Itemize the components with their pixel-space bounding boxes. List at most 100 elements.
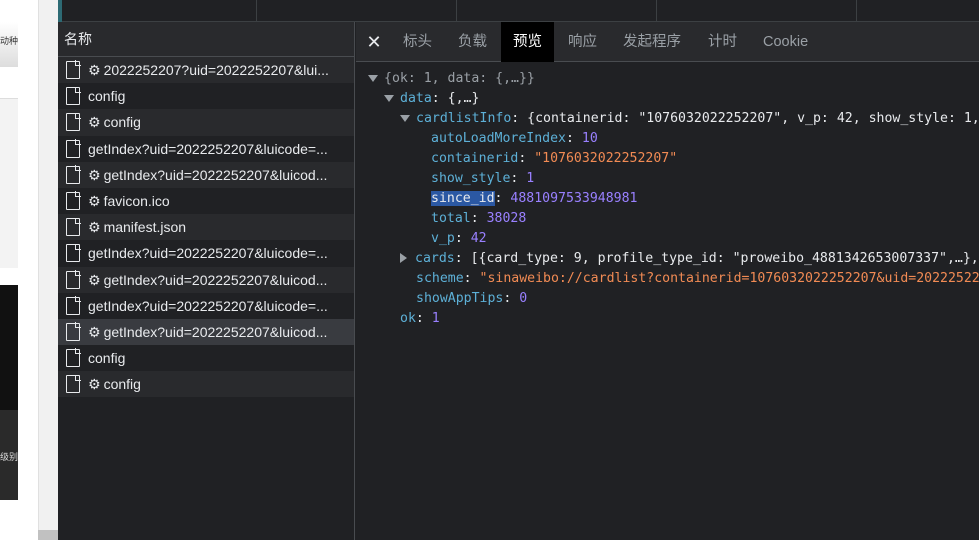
request-row[interactable]: ⚙ getIndex?uid=2022252207&luicod... [58,161,354,188]
json-number: 1 [526,171,535,186]
request-name: config [88,350,126,367]
json-property[interactable]: containerid: "1076032022252207" [356,149,979,169]
request-name: getIndex?uid=2022252207&luicod... [103,166,328,183]
json-string: "1076032022252207" [534,151,678,166]
document-icon [66,217,81,237]
gear-icon: ⚙ [88,376,101,393]
detail-tabbar: ✕ 标头 负载 预览 响应 发起程序 计时 Cookie [356,22,979,62]
tab-response[interactable]: 响应 [566,22,599,62]
json-key: cards [415,251,455,266]
json-data-node[interactable]: data: {,…} [356,89,979,109]
tab-cookies[interactable]: Cookie [761,22,810,62]
request-name: config [103,114,141,131]
preview-panel: ✕ 标头 负载 预览 响应 发起程序 计时 Cookie {ok: 1, dat… [356,22,979,540]
request-name: getIndex?uid=2022252207&luicode=... [88,245,328,262]
network-timeline[interactable] [58,0,979,22]
request-row[interactable]: getIndex?uid=2022252207&luicode=... [58,136,354,162]
json-key: autoLoadMoreIndex [431,131,566,146]
json-cardlistinfo-node[interactable]: cardlistInfo: {containerid: "10760320222… [356,109,979,129]
json-number: 0 [519,291,528,306]
json-property[interactable]: ok: 1 [356,309,979,329]
page-scrollbar[interactable] [38,0,58,540]
document-icon [66,191,81,210]
gear-icon: ⚙ [88,166,101,183]
request-row[interactable]: getIndex?uid=2022252207&luicode=... [58,240,354,266]
json-number: 1 [431,311,440,326]
gear-icon: ⚙ [88,114,101,131]
request-row[interactable]: ⚙ favicon.ico [58,188,354,214]
request-name: getIndex?uid=2022252207&luicod... [103,323,328,340]
document-icon [66,348,81,368]
tab-payload[interactable]: 负载 [456,22,489,62]
json-number: 10 [581,131,598,146]
document-icon [66,374,81,394]
json-root-node[interactable]: {ok: 1, data: {,…}} [356,69,979,89]
tab-initiator[interactable]: 发起程序 [621,22,683,62]
tab-timing[interactable]: 计时 [706,22,739,62]
json-property[interactable]: show_style: 1 [356,169,979,189]
request-name: 2022252207?uid=2022252207&lui... [103,62,329,78]
request-row[interactable]: getIndex?uid=2022252207&luicode=... [58,293,354,319]
json-tree: {ok: 1, data: {,…}} data: {,…} cardlistI… [356,69,979,329]
request-row[interactable]: ⚙ config [58,371,354,398]
page-image [0,285,18,410]
document-icon [66,112,81,132]
tab-headers[interactable]: 标头 [401,22,434,62]
timeline-gridline [656,0,657,22]
collapse-triangle-icon[interactable] [368,74,378,82]
json-key: containerid [431,151,519,166]
request-list: 名称 ⚙ 2022252207?uid=2022252207&lui... conf… [58,22,355,540]
request-row[interactable]: ⚙ config [58,109,354,136]
json-property[interactable]: scheme: "sinaweibo://cardlist?containeri… [356,269,979,289]
json-property[interactable]: since_id: 4881097533948981 [356,189,979,209]
web-page-strip: 动种 级别 [0,0,58,540]
page-image: 级别 [0,410,18,500]
tab-preview[interactable]: 预览 [501,22,554,62]
request-row[interactable]: ⚙ getIndex?uid=2022252207&luicod... [58,266,354,293]
json-property[interactable]: showAppTips: 0 [356,289,979,309]
json-string: "sinaweibo://cardlist?containerid=107603… [479,271,979,286]
request-row[interactable]: config [58,83,354,109]
gear-icon: ⚙ [88,271,101,288]
request-row[interactable]: ⚙ manifest.json [58,214,354,241]
collapse-triangle-icon[interactable] [384,94,394,102]
request-name: getIndex?uid=2022252207&luicode=... [88,297,328,314]
json-root-summary: {ok: 1, data: {,…}} [384,71,535,86]
request-row[interactable]: config [58,345,354,371]
collapse-triangle-icon[interactable] [400,114,410,122]
name-column-header[interactable]: 名称 [58,22,354,57]
json-key: ok [400,311,416,326]
json-property[interactable]: total: 38028 [356,209,979,229]
document-icon [66,269,81,289]
request-row[interactable]: ⚙ 2022252207?uid=2022252207&lui... [58,57,354,84]
json-cards-node[interactable]: cards: [{card_type: 9, profile_type_id: … [356,249,979,269]
timeline-gridline [856,0,857,22]
json-key: total [431,211,471,226]
request-row[interactable]: ⚙ getIndex?uid=2022252207&luicod... [58,318,354,346]
timeline-gridline [456,0,457,22]
document-icon [66,138,81,158]
request-rows: ⚙ 2022252207?uid=2022252207&lui... config ⚙… [58,57,354,398]
timeline-gridline [256,0,257,22]
document-icon [66,165,81,184]
request-name: getIndex?uid=2022252207&luicode=... [88,140,328,157]
request-name: manifest.json [103,219,187,236]
page-image [0,98,18,268]
request-name: config [88,88,126,105]
expand-triangle-icon[interactable] [400,253,407,263]
page-scrollbar-thumb[interactable] [38,530,58,540]
close-icon[interactable]: ✕ [364,30,384,54]
gear-icon: ⚙ [88,192,101,209]
gear-icon: ⚙ [88,219,101,236]
json-summary: {containerid: "1076032022252207", v_p: 4… [527,111,979,126]
json-key: scheme [416,271,464,286]
json-property[interactable]: v_p: 42 [356,229,979,249]
json-key: showAppTips [416,291,504,306]
json-key: cardlistInfo [416,111,512,126]
json-property[interactable]: autoLoadMoreIndex: 10 [356,129,979,149]
document-icon [66,296,81,315]
document-icon [66,322,81,341]
json-key: show_style [431,171,511,186]
request-name: config [103,376,141,393]
gear-icon: ⚙ [88,323,101,340]
